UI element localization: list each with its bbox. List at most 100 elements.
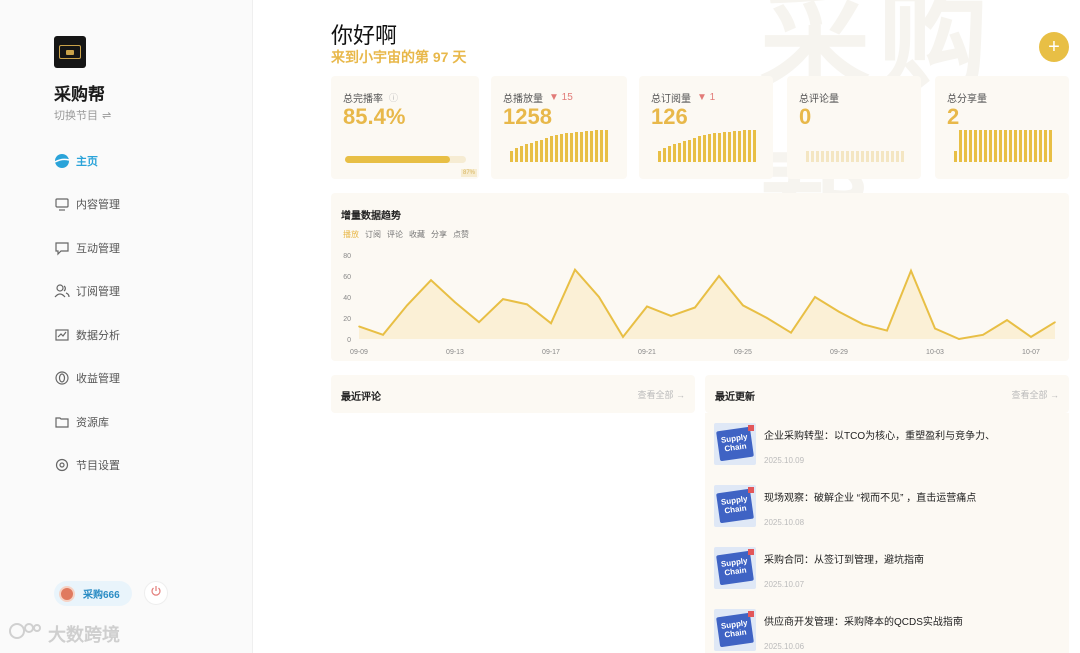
- progress-tag: 87%: [461, 169, 478, 177]
- trend-point: [862, 323, 864, 326]
- episode-thumbnail: Supply Chain: [714, 547, 756, 589]
- trend-point: [502, 298, 504, 300]
- sidebar-item-label: 数据分析: [76, 329, 120, 342]
- gear-icon: [54, 457, 70, 473]
- progress-fill: [345, 156, 451, 163]
- logout-button[interactable]: [144, 581, 168, 605]
- mini-bar: [688, 139, 691, 162]
- mini-bar: [1019, 130, 1022, 162]
- sidebar-item-revenue[interactable]: 收益管理: [54, 357, 244, 401]
- user-profile-button[interactable]: 采购666: [54, 581, 132, 606]
- update-item[interactable]: Supply Chain 企业采购转型：以TCO为核心，重塑盈利与竞争力、 20…: [714, 415, 1054, 465]
- mini-bar: [555, 134, 558, 162]
- episode-thumbnail: Supply Chain: [714, 609, 756, 651]
- mini-bar-chart: [806, 128, 904, 162]
- y-tick-label: 80: [343, 253, 351, 260]
- mini-bar-chart: [658, 128, 756, 162]
- sidebar-item-home[interactable]: 主页: [54, 139, 244, 183]
- mini-bar: [811, 150, 814, 162]
- sidebar: 采购帮 切换节目 ⇌ 主页 内容管理 互动管理 订阅管理 数据分析 收益管理 资…: [0, 0, 253, 653]
- mini-bar: [959, 130, 962, 162]
- stat-label: 总订阅量: [651, 94, 691, 105]
- mini-bar: [708, 133, 711, 162]
- update-item[interactable]: Supply Chain 采购合同：从签订到管理，避坑指南 2025.10.07: [714, 539, 1054, 589]
- trend-point: [646, 305, 648, 308]
- delta-badge: ▼ 15: [549, 92, 573, 103]
- mini-bar: [723, 131, 726, 162]
- delta-badge: ▼ 1: [697, 92, 716, 103]
- update-title: 采购合同：从签订到管理，避坑指南: [764, 555, 924, 566]
- trend-point: [766, 317, 768, 319]
- stat-card-shares: 总分享量 2: [935, 76, 1069, 179]
- mini-bar: [703, 134, 706, 162]
- mini-bar: [861, 150, 864, 162]
- trend-point: [478, 321, 480, 323]
- sidebar-item-content[interactable]: 内容管理: [54, 183, 244, 227]
- mini-bar: [891, 150, 894, 162]
- mini-bar: [1014, 130, 1017, 162]
- mini-bar: [1004, 130, 1007, 162]
- stat-label: 总评论量: [799, 94, 839, 105]
- mini-bar: [520, 146, 523, 162]
- switch-program-label: 切换节目: [54, 110, 98, 122]
- mini-bar: [964, 130, 967, 162]
- folder-icon: [54, 414, 70, 430]
- trend-point: [1054, 321, 1056, 323]
- update-item[interactable]: Supply Chain 供应商开发管理：采购降本的QCDS实战指南 2025.…: [714, 601, 1054, 651]
- update-item[interactable]: Supply Chain 现场观察：破解企业 “视而不见” ，直击运营痛点 20…: [714, 477, 1054, 527]
- x-tick-label: 10-07: [1022, 349, 1040, 356]
- trend-point: [910, 269, 912, 272]
- switch-icon: ⇌: [102, 109, 112, 122]
- info-icon[interactable]: ⓘ: [389, 91, 398, 104]
- watermark-logo-icon: [8, 620, 42, 647]
- stat-card-plays: 总播放量 ▼ 15 1258: [491, 76, 627, 179]
- trend-point: [958, 338, 960, 340]
- users-icon: [54, 283, 70, 299]
- stat-value: 1258: [503, 104, 552, 129]
- mini-bar: [896, 150, 899, 162]
- panel-title: 最近评论: [341, 392, 381, 403]
- mini-bar: [728, 131, 731, 162]
- sidebar-item-analytics[interactable]: 数据分析: [54, 313, 244, 357]
- mini-bar: [851, 150, 854, 162]
- mini-bar: [743, 130, 746, 162]
- completion-progress: [345, 156, 466, 163]
- mini-bar: [570, 132, 573, 162]
- sidebar-item-label: 资源库: [76, 416, 109, 429]
- trend-card: 增量数据趋势 播放 订阅 评论 收藏 分享 点赞 0 20 40 60 80 09-09 0…: [331, 193, 1069, 361]
- trend-point: [814, 296, 816, 298]
- switch-program-button[interactable]: 切换节目 ⇌: [54, 107, 111, 123]
- mini-bar: [713, 133, 716, 162]
- mini-bar: [515, 147, 518, 162]
- sidebar-item-settings[interactable]: 节目设置: [54, 444, 244, 488]
- watermark-text: 大数跨境: [48, 624, 120, 645]
- mini-bar: [994, 130, 997, 162]
- mini-bar: [1029, 130, 1032, 162]
- stat-value: 126: [651, 104, 688, 129]
- mini-bar: [831, 150, 834, 162]
- add-button[interactable]: +: [1039, 32, 1069, 62]
- trend-point: [1006, 319, 1008, 321]
- mini-bar: [999, 130, 1002, 162]
- trend-point: [622, 336, 624, 338]
- trend-point: [382, 334, 384, 336]
- recent-updates-panel: 最近更新 查看全部 →: [705, 375, 1069, 413]
- y-tick-label: 0: [347, 337, 351, 344]
- view-all-updates-link[interactable]: 查看全部 →: [1011, 388, 1059, 401]
- mini-bar: [668, 146, 671, 162]
- sidebar-item-interaction[interactable]: 互动管理: [54, 226, 244, 270]
- mini-bar: [590, 130, 593, 162]
- stat-label: 总完播率: [343, 94, 383, 105]
- mini-bar: [535, 141, 538, 162]
- mini-bar: [886, 150, 889, 162]
- trend-point: [886, 329, 888, 332]
- sidebar-item-library[interactable]: 资源库: [54, 400, 244, 444]
- monitor-icon: [54, 196, 70, 212]
- stat-value: 85.4%: [343, 104, 406, 129]
- view-all-comments-link[interactable]: 查看全部 →: [637, 388, 685, 401]
- mini-bar: [979, 130, 982, 162]
- sidebar-item-subscription[interactable]: 订阅管理: [54, 270, 244, 314]
- trend-point: [838, 310, 840, 313]
- stat-label: 总播放量: [503, 94, 543, 105]
- trend-point: [526, 303, 528, 306]
